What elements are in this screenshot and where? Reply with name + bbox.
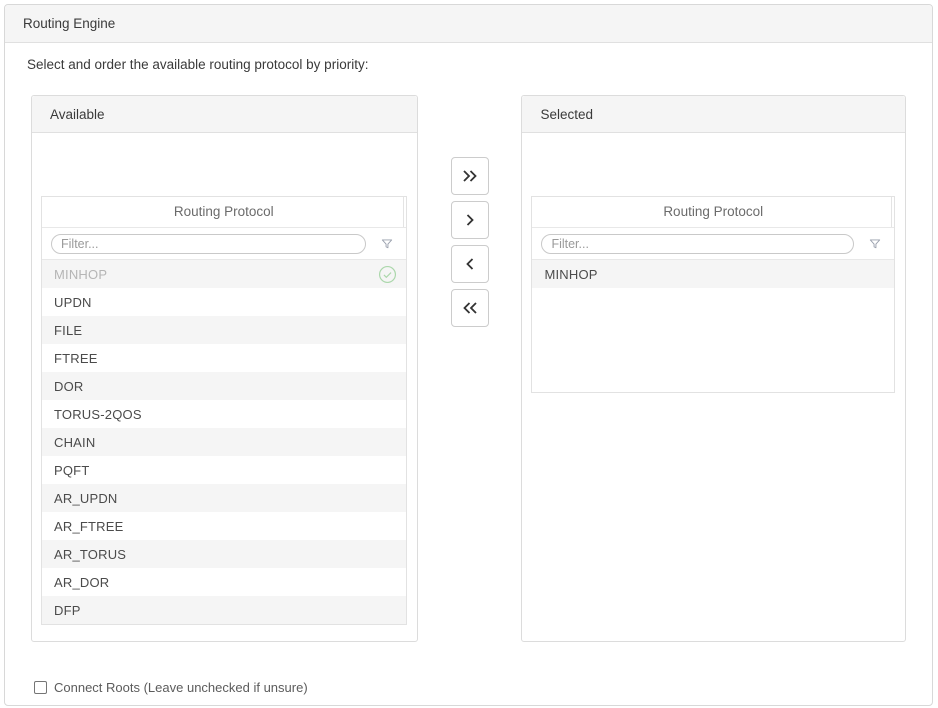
available-column-header-label: Routing Protocol — [174, 204, 274, 219]
list-item[interactable]: AR_FTREE — [42, 512, 406, 540]
available-list: MINHOP UPDN FILE FTREE DOR TORUS-2QOS CHAIN PQF… — [42, 260, 406, 624]
chevron-left-icon — [462, 256, 478, 272]
list-item[interactable]: AR_DOR — [42, 568, 406, 596]
available-panel-title: Available — [50, 107, 105, 122]
available-filter-input[interactable] — [51, 234, 366, 254]
double-chevron-right-icon — [460, 168, 480, 184]
move-right-button[interactable] — [451, 201, 489, 239]
list-item[interactable]: UPDN — [42, 288, 406, 316]
selected-panel-title: Selected — [540, 107, 593, 122]
list-item[interactable]: MINHOP — [42, 260, 406, 288]
card-title: Routing Engine — [23, 16, 115, 31]
move-left-button[interactable] — [451, 245, 489, 283]
list-item-label: AR_DOR — [54, 575, 397, 590]
check-circle-icon — [378, 265, 397, 284]
list-item-label: PQFT — [54, 463, 397, 478]
list-item-label: MINHOP — [544, 267, 885, 282]
routing-engine-card: Routing Engine Select and order the avai… — [4, 4, 933, 706]
list-item[interactable]: CHAIN — [42, 428, 406, 456]
dual-list-transfer: Available Routing Protocol MINHOP UPDN FIL… — [31, 95, 906, 642]
available-filter-row — [42, 228, 406, 260]
available-column-header[interactable]: Routing Protocol — [42, 197, 406, 228]
selected-filter-row — [532, 228, 894, 260]
connect-roots-label: Connect Roots (Leave unchecked if unsure… — [54, 680, 308, 695]
list-item[interactable]: PQFT — [42, 456, 406, 484]
list-item-label: TORUS-2QOS — [54, 407, 397, 422]
list-item[interactable]: MINHOP — [532, 260, 894, 288]
move-all-right-button[interactable] — [451, 157, 489, 195]
funnel-icon[interactable] — [380, 237, 394, 251]
selected-column-header[interactable]: Routing Protocol — [532, 197, 894, 228]
list-item-label: AR_UPDN — [54, 491, 397, 506]
available-panel: Available Routing Protocol MINHOP UPDN FIL… — [31, 95, 418, 642]
list-item[interactable]: AR_UPDN — [42, 484, 406, 512]
selected-list: MINHOP — [532, 260, 894, 288]
double-chevron-left-icon — [460, 300, 480, 316]
list-item-label: DFP — [54, 603, 397, 618]
list-item-label: AR_TORUS — [54, 547, 397, 562]
available-table: Routing Protocol MINHOP UPDN FILE FTREE DOR T… — [41, 196, 407, 625]
list-item-label: AR_FTREE — [54, 519, 397, 534]
funnel-icon[interactable] — [868, 237, 882, 251]
list-item[interactable]: FTREE — [42, 344, 406, 372]
transfer-buttons — [418, 95, 522, 642]
selected-panel-header: Selected — [522, 96, 905, 133]
list-item-label: FILE — [54, 323, 397, 338]
list-item[interactable]: AR_TORUS — [42, 540, 406, 568]
available-panel-header: Available — [32, 96, 417, 133]
list-item-label: CHAIN — [54, 435, 397, 450]
list-item-label: DOR — [54, 379, 397, 394]
selected-panel: Selected Routing Protocol MINHOP — [521, 95, 906, 642]
list-item-label: UPDN — [54, 295, 397, 310]
connect-roots-checkbox[interactable] — [34, 681, 47, 694]
selected-filter-input[interactable] — [541, 234, 854, 254]
chevron-right-icon — [462, 212, 478, 228]
selected-table: Routing Protocol MINHOP — [531, 196, 895, 393]
list-item[interactable]: DFP — [42, 596, 406, 624]
list-item-label: FTREE — [54, 351, 397, 366]
list-item[interactable]: FILE — [42, 316, 406, 344]
list-item-label: MINHOP — [54, 267, 378, 282]
card-header: Routing Engine — [5, 5, 932, 43]
move-all-left-button[interactable] — [451, 289, 489, 327]
instructions-text: Select and order the available routing p… — [27, 57, 932, 73]
list-item[interactable]: DOR — [42, 372, 406, 400]
connect-roots-row: Connect Roots (Leave unchecked if unsure… — [34, 680, 932, 695]
list-item[interactable]: TORUS-2QOS — [42, 400, 406, 428]
selected-column-header-label: Routing Protocol — [663, 204, 763, 219]
